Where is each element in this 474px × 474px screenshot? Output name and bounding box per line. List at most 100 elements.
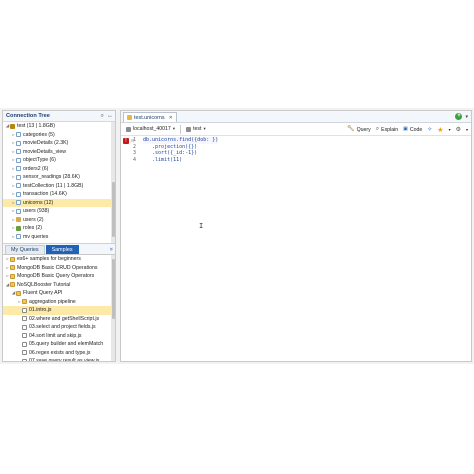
collection-icon (16, 157, 21, 163)
explain-button[interactable]: ⌕ Explain (376, 125, 398, 134)
error-icon[interactable]: ! (123, 138, 129, 144)
query-button[interactable]: 🔧︎ Query (347, 125, 371, 134)
tree-item[interactable]: ▹ categories (5) (3, 131, 115, 140)
magnifier-icon: ⌕ (375, 126, 380, 132)
script-file-icon (22, 307, 27, 313)
tree-item[interactable]: ▹ users (2) (3, 216, 115, 225)
tree-item-label: 02.where and getShellScript.js (29, 315, 100, 322)
code-button-label: Code (409, 126, 423, 133)
editor-toolbar: localhost_40017 ▾ test ▾ 🔧︎ Query ⌕ Expl… (121, 123, 471, 136)
tree-item[interactable]: 07.save query result as view.js (3, 357, 115, 362)
code-area[interactable]: db.unicorns.find({dob: }) .projection({}… (143, 137, 219, 164)
double-chevron-down-icon[interactable]: » (107, 247, 113, 250)
collection-icon (16, 234, 21, 240)
tab-my-queries[interactable]: My Queries (5, 245, 45, 254)
tree-item-label: testCollection (11 | 1.8GB) (23, 182, 84, 189)
tree-item[interactable]: ▹ MongoDB Basic CRUD Operations (3, 264, 115, 273)
vertical-scrollbar[interactable] (111, 122, 115, 243)
chevron-down-icon[interactable]: ▾ (465, 114, 468, 120)
tree-item[interactable]: ▹ movieDetails_view (3, 148, 115, 157)
tree-item[interactable]: ▹ sensor_readings (28.6K) (3, 173, 115, 182)
tree-item-label: es6+ samples for beginners (17, 256, 81, 262)
plus-icon[interactable]: + (455, 113, 463, 120)
tree-item[interactable]: ▹ testCollection (11 | 1.8GB) (3, 182, 115, 191)
tree-item[interactable]: ▹ users (938) (3, 207, 115, 216)
tree-item[interactable]: 02.where and getShellScript.js (3, 315, 115, 324)
vertical-scrollbar[interactable] (111, 255, 115, 361)
app-window: Connection Tree ⌕ ↔ ◢ test (13 | 1.8GB) ▹ c… (0, 108, 474, 364)
star-icon[interactable]: ★ (437, 126, 443, 134)
wand-icon[interactable]: ✧ (427, 126, 432, 133)
chevron-down-icon[interactable]: ▾ (466, 127, 468, 132)
tree-item-label: Fluent Query API (23, 290, 63, 296)
role-icon (16, 225, 21, 231)
database-icon (10, 123, 15, 129)
tree-item-label: roles (2) (23, 225, 43, 231)
tree-item[interactable]: ▹ MongoDB Basic Query Operators (3, 272, 115, 281)
server-icon (126, 126, 131, 132)
tree-item-label: MongoDB Basic CRUD Operations (17, 264, 98, 271)
lower-tab-bar: My Queries Samples » (3, 244, 115, 255)
user-icon (16, 217, 21, 223)
tree-item-label: 04.sort limit and skip.js (29, 332, 82, 339)
connection-select[interactable]: localhost_40017 ▾ (124, 125, 177, 134)
tab-samples[interactable]: Samples (45, 245, 79, 254)
collection-icon (16, 183, 21, 189)
chevron-down-icon[interactable]: ▾ (449, 127, 451, 132)
tree-item[interactable]: 04.sort limit and skip.js (3, 332, 115, 341)
scrollbar-thumb[interactable] (111, 182, 115, 237)
tree-item-label: orders2 (6) (23, 165, 49, 172)
connection-tree: ◢ test (13 | 1.8GB) ▹ categories (5) ▹ movieD… (3, 122, 115, 244)
tree-item[interactable]: ◢ test (13 | 1.8GB) (3, 122, 115, 131)
script-file-icon (22, 316, 27, 322)
tab-test-unicorns[interactable]: test.unicorns ✕ (123, 112, 177, 122)
left-sidebar: Connection Tree ⌕ ↔ ◢ test (13 | 1.8GB) ▹ c… (2, 110, 116, 362)
tree-item[interactable]: ▹ unicorns (12) (3, 198, 115, 207)
code-line[interactable]: db.unicorns.find({dob: }) (143, 137, 219, 144)
collection-icon (16, 200, 21, 206)
script-file-icon (22, 341, 27, 347)
tree-item[interactable]: ▹ aggregation pipeline (3, 298, 115, 307)
tree-item[interactable]: 05.query builder and elemMatch (3, 340, 115, 349)
code-line[interactable]: .limit(11) (143, 157, 218, 164)
tree-item-label: 06.regex exists and type.js (29, 349, 91, 356)
close-icon[interactable]: ✕ (169, 115, 173, 121)
script-file-icon (22, 350, 27, 356)
tree-item[interactable]: ▹ objectType (6) (3, 156, 115, 165)
connection-tree-header: Connection Tree ⌕ ↔ (3, 111, 115, 122)
script-file-icon (22, 333, 27, 339)
collection-icon (16, 166, 21, 172)
tree-item[interactable]: 03.select and project fields.js (3, 323, 115, 332)
connection-label: localhost_40017 (133, 126, 171, 132)
tree-item-label: MongoDB Basic Query Operators (17, 273, 95, 279)
tree-item[interactable]: ▹ transaction (14.6K) (3, 190, 115, 199)
tree-item[interactable]: ▹ orders2 (6) (3, 165, 115, 174)
database-label: test (193, 126, 202, 132)
tree-item[interactable]: ◢ NoSQLBooster Tutorial (3, 281, 115, 290)
query-button-label: Query (356, 126, 371, 133)
chevron-down-icon: ▾ (203, 126, 206, 131)
tree-item[interactable]: ▹ mv queries (3, 233, 115, 242)
tree-item-label: movieDetails (2.3K) (23, 140, 69, 146)
editor-pane: test.unicorns ✕ + ▾ localhost_40017 ▾ te… (120, 110, 472, 362)
tree-item[interactable]: ▹ movieDetails (2.3K) (3, 139, 115, 148)
tree-item-label: 07.save query result as view.js (29, 358, 100, 362)
database-select[interactable]: test ▾ (184, 125, 208, 134)
gear-icon[interactable]: ⚙ (456, 126, 461, 133)
collapse-icon[interactable]: ↔ (107, 113, 113, 120)
code-editor[interactable]: ! ⊟ 1 2 3 4 db.unicorns.find({dob: }) .p… (121, 136, 471, 350)
collection-icon (16, 191, 21, 197)
tree-item[interactable]: ▹ es6+ samples for beginners (3, 255, 115, 264)
code-button[interactable]: ▣ Code (403, 125, 422, 134)
tree-item-label: unicorns (12) (23, 199, 54, 206)
tree-item[interactable]: ◢ Fluent Query API (3, 289, 115, 298)
tree-item[interactable]: ▹ roles (2) (3, 224, 115, 233)
tree-item[interactable]: 01.intro.js (3, 306, 115, 315)
tree-item-label: movieDetails_view (23, 148, 66, 155)
database-icon (186, 126, 192, 132)
tree-item[interactable]: 06.regex exists and type.js (3, 349, 115, 358)
editor-tab-bar: test.unicorns ✕ + ▾ (121, 111, 471, 123)
line-number: 1 (132, 137, 136, 143)
scrollbar-thumb[interactable] (111, 259, 115, 319)
search-icon[interactable]: ⌕ (101, 113, 104, 120)
